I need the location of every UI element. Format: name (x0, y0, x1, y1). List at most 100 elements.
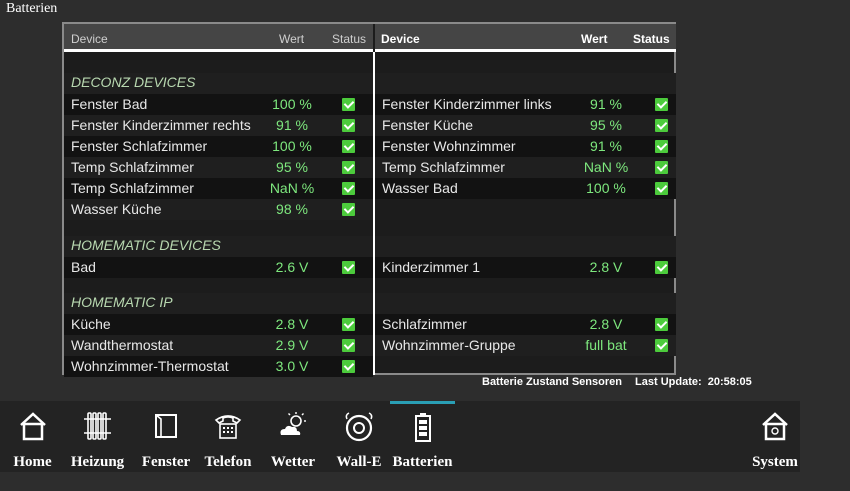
col-status: Status (332, 32, 367, 46)
device-name: Wohnzimmer-Gruppe (382, 337, 516, 353)
device-value: 100 % (586, 180, 626, 196)
battery-table: Device Wert Status DECONZ DEVICES Fenster… (62, 22, 676, 377)
table-right-half: Device Wert Status Fenster Kinderzimmer … (375, 24, 676, 373)
window-icon (155, 414, 177, 438)
table-row: Temp Schlafzimmer NaN % (64, 178, 373, 199)
radiator-icon (83, 412, 111, 440)
table-row: Kinderzimmer 1 2.8 V (375, 257, 676, 278)
table-row: Temp Schlafzimmer NaN % (375, 157, 676, 178)
table-row: Fenster Schlafzimmer 100 % (64, 136, 373, 157)
device-value: 100 % (272, 96, 312, 112)
device-value: 2.6 V (275, 259, 309, 275)
nav-label: Batterien (392, 454, 453, 470)
section-band (375, 236, 676, 257)
nav-system[interactable]: System (745, 401, 805, 472)
last-update-time: 20:58:05 (707, 376, 752, 388)
nav-label: Fenster (141, 454, 191, 470)
device-name: Fenster Kinderzimmer rechts (71, 117, 251, 133)
device-name: Temp Schlafzimmer (71, 180, 194, 196)
col-status: Status (633, 32, 670, 46)
status-check-icon (655, 339, 668, 352)
battery-icon (414, 413, 431, 442)
nav-heizung[interactable]: Heizung (65, 401, 130, 472)
device-value: 91 % (590, 96, 622, 112)
status-check-icon (342, 182, 355, 195)
device-name: Temp Schlafzimmer (382, 159, 505, 175)
col-device: Device (71, 32, 108, 46)
device-name: Bad (71, 259, 96, 275)
table-header-right: Device Wert Status (375, 24, 676, 52)
table-row: Fenster Küche 95 % (375, 115, 676, 136)
col-device: Device (381, 32, 420, 46)
device-value: NaN % (269, 180, 315, 196)
table-header-left: Device Wert Status (64, 24, 373, 52)
device-value: 95 % (276, 159, 308, 175)
nav-telefon[interactable]: Telefon (198, 401, 258, 472)
table-row: Fenster Bad 100 % (64, 94, 373, 115)
device-value: 2.9 V (275, 337, 309, 353)
device-value: 91 % (590, 138, 622, 154)
device-value: 95 % (590, 117, 622, 133)
device-value: full bat (585, 337, 627, 353)
device-name: Fenster Schlafzimmer (71, 138, 208, 154)
status-check-icon (342, 203, 355, 216)
table-row: Küche 2.8 V (64, 314, 373, 335)
nav-wall-e[interactable]: Wall-E (328, 401, 390, 472)
nav-home[interactable]: Home (0, 401, 65, 472)
col-wert: Wert (581, 32, 608, 46)
home-icon (19, 412, 46, 441)
device-name: Temp Schlafzimmer (71, 159, 194, 175)
device-name: Fenster Bad (71, 96, 148, 112)
device-value: 2.8 V (589, 316, 623, 332)
device-name: Kinderzimmer 1 (382, 259, 481, 275)
status-check-icon (655, 182, 668, 195)
table-row: Temp Schlafzimmer 95 % (64, 157, 373, 178)
device-name: Küche (71, 316, 111, 332)
status-check-icon (342, 261, 355, 274)
col-wert: Wert (279, 32, 305, 46)
status-check-icon (342, 339, 355, 352)
table-row: Fenster Wohnzimmer 91 % (375, 136, 676, 157)
footer-label: Batterie Zustand Sensoren (482, 376, 622, 388)
table-row: Bad 2.6 V (64, 257, 373, 278)
table-row: Fenster Kinderzimmer links 91 % (375, 94, 676, 115)
last-update-label: Last Update: (635, 376, 702, 388)
device-value: 2.8 V (275, 316, 309, 332)
robot-vacuum-icon (345, 412, 373, 442)
status-check-icon (342, 98, 355, 111)
device-name: Fenster Wohnzimmer (382, 138, 516, 154)
nav-wetter[interactable]: Wetter (262, 401, 324, 472)
device-name: Fenster Kinderzimmer links (382, 96, 552, 112)
nav-label: Wetter (270, 454, 316, 470)
table-row: Schlafzimmer 2.8 V (375, 314, 676, 335)
nav-label: System (752, 454, 798, 470)
nav-label: Heizung (70, 454, 125, 470)
table-row: Wasser Küche 98 % (64, 199, 373, 220)
status-check-icon (342, 119, 355, 132)
device-value: 2.8 V (589, 259, 623, 275)
device-value: 91 % (276, 117, 308, 133)
device-value: 100 % (272, 138, 312, 154)
device-value: 98 % (276, 201, 308, 217)
section-title: HOMEMATIC DEVICES (71, 237, 221, 253)
nav-label: Wall-E (336, 454, 382, 470)
device-value: NaN % (583, 159, 629, 175)
status-check-icon (342, 161, 355, 174)
device-name: Wasser Bad (382, 180, 458, 196)
table-row: Fenster Kinderzimmer rechts 91 % (64, 115, 373, 136)
device-name: Wohnzimmer-Thermostat (71, 358, 229, 374)
table-row: Wohnzimmer-Thermostat 3.0 V (64, 356, 373, 377)
device-value: 3.0 V (275, 358, 309, 374)
table-row: Wandthermostat 2.9 V (64, 335, 373, 356)
nav-fenster[interactable]: Fenster (135, 401, 197, 472)
table-left-half: Device Wert Status DECONZ DEVICES Fenster… (64, 24, 373, 377)
house-settings-icon (762, 412, 788, 441)
nav-batterien[interactable]: Batterien (390, 401, 455, 472)
device-name: Wasser Küche (71, 201, 162, 217)
device-name: Fenster Küche (382, 117, 474, 133)
weather-icon (280, 412, 306, 435)
status-check-icon (655, 140, 668, 153)
status-footer: Batterie Zustand Sensoren Last Update: 2… (482, 376, 762, 388)
table-row: Wasser Bad 100 % (375, 178, 676, 199)
section-band (375, 293, 676, 314)
